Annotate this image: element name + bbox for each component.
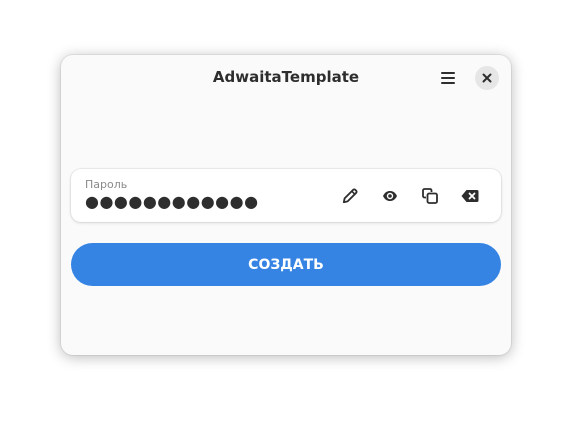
- headerbar: AdwaitaTemplate: [61, 55, 511, 101]
- copy-button[interactable]: [416, 182, 444, 210]
- show-password-button[interactable]: [376, 182, 404, 210]
- eye-icon: [382, 188, 398, 204]
- clear-button[interactable]: [456, 182, 484, 210]
- password-label: Пароль: [85, 178, 128, 191]
- pencil-icon: [342, 188, 358, 204]
- main-menu-button[interactable]: [435, 66, 461, 90]
- password-entry-row[interactable]: Пароль ●●●●●●●●●●●●: [71, 169, 501, 222]
- close-button[interactable]: [475, 66, 499, 90]
- copy-icon: [422, 188, 438, 204]
- app-window: AdwaitaTemplate Пароль ●●●●●●●●●●●● СОЗД…: [61, 55, 511, 355]
- close-icon: [482, 73, 492, 83]
- open-menu-icon: [440, 71, 456, 85]
- backspace-icon: [461, 189, 479, 203]
- edit-button[interactable]: [336, 182, 364, 210]
- password-value: ●●●●●●●●●●●●: [85, 192, 259, 211]
- create-button[interactable]: СОЗДАТЬ: [71, 243, 501, 286]
- password-field[interactable]: ●●●●●●●●●●●●: [85, 194, 259, 211]
